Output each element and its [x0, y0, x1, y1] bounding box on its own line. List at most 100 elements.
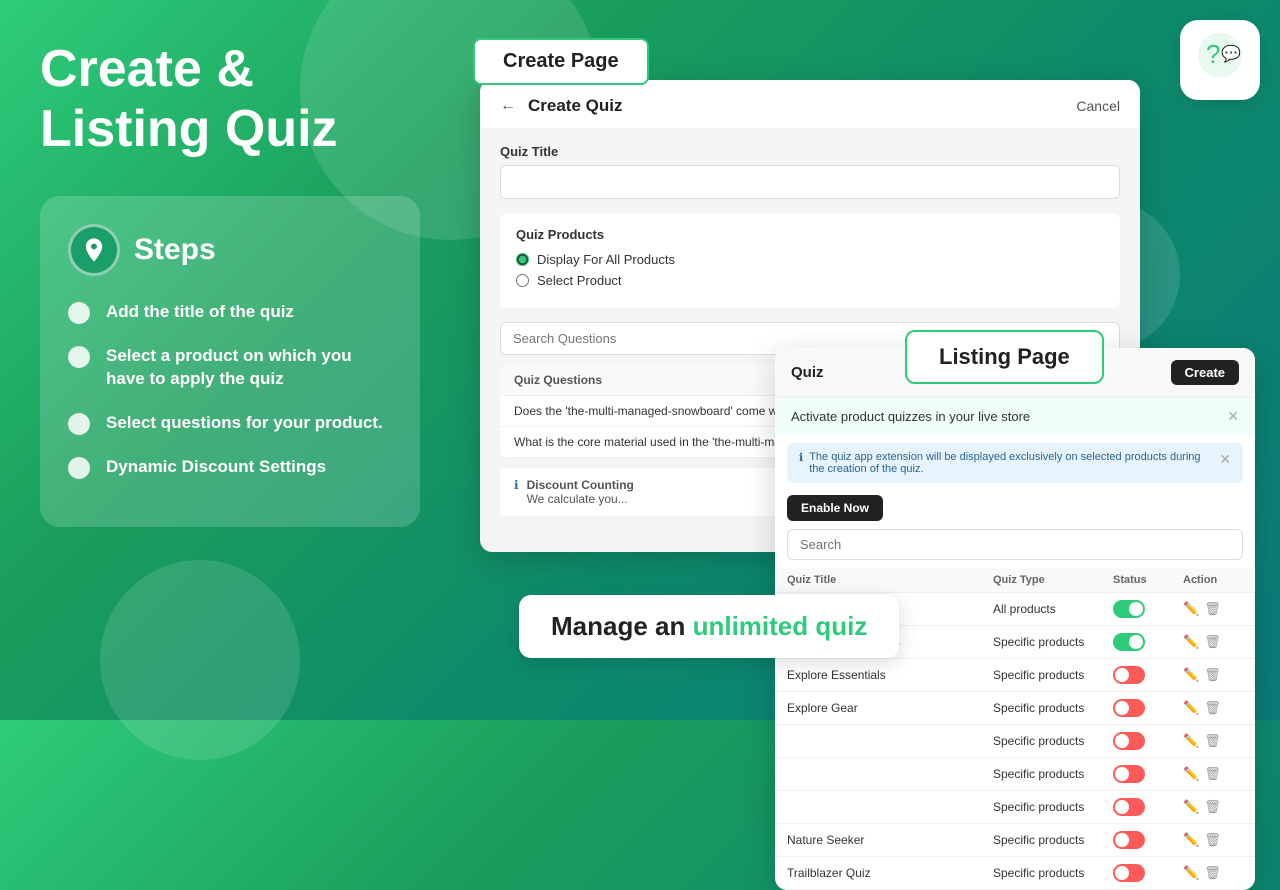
step-3: Select questions for your product. [68, 411, 392, 435]
info-icon: ℹ [514, 478, 519, 492]
app-icon-symbol: ? 💬 [1196, 31, 1244, 89]
row-actions: ✏️ 🗑 [1183, 799, 1243, 815]
status-toggle[interactable] [1113, 864, 1145, 882]
row-type: Specific products [993, 734, 1113, 748]
step-3-dot [68, 413, 90, 435]
manage-highlight: unlimited quiz [693, 611, 868, 641]
quiz-app-icon-svg: ? 💬 [1196, 31, 1244, 79]
step-2-dot [68, 346, 90, 368]
manage-badge: Manage an unlimited quiz [519, 595, 899, 658]
step-3-text: Select questions for your product. [106, 411, 383, 435]
quiz-products-section: Quiz Products Display For All Products S… [500, 213, 1120, 308]
listing-page-badge: Listing Page [905, 330, 1104, 384]
listing-create-button[interactable]: Create [1171, 360, 1239, 385]
edit-icon[interactable]: ✏️ [1183, 634, 1199, 650]
step-1: Add the title of the quiz [68, 300, 392, 324]
listing-table-row: Specific products ✏️ 🗑 [775, 791, 1255, 824]
row-type: Specific products [993, 767, 1113, 781]
row-actions: ✏️ 🗑 [1183, 700, 1243, 716]
close-activate-icon[interactable]: ✕ [1227, 408, 1239, 425]
enable-now-button[interactable]: Enable Now [787, 495, 883, 521]
delete-row-icon[interactable]: 🗑 [1204, 799, 1221, 815]
discount-title: Discount Counting [527, 478, 634, 492]
row-actions: ✏️ 🗑 [1183, 667, 1243, 683]
status-toggle[interactable] [1113, 699, 1145, 717]
edit-icon[interactable]: ✏️ [1183, 733, 1199, 749]
steps-icon-svg [80, 236, 108, 264]
listing-search-input[interactable] [787, 529, 1243, 560]
steps-icon [68, 224, 120, 276]
svg-text:💬: 💬 [1221, 44, 1241, 63]
edit-icon[interactable]: ✏️ [1183, 601, 1199, 617]
step-1-text: Add the title of the quiz [106, 300, 294, 324]
info-banner-icon: ℹ [799, 451, 803, 464]
delete-row-icon[interactable]: 🗑 [1204, 733, 1221, 749]
row-type: Specific products [993, 866, 1113, 880]
row-type: All products [993, 602, 1113, 616]
left-panel: Create & Listing Quiz Steps Add the titl… [0, 0, 460, 720]
row-actions: ✏️ 🗑 [1183, 832, 1243, 848]
close-info-icon[interactable]: ✕ [1219, 451, 1231, 468]
row-actions: ✏️ 🗑 [1183, 601, 1243, 617]
create-quiz-title: ← Create Quiz [500, 96, 622, 116]
steps-header: Steps [68, 224, 392, 276]
row-title: Explore Essentials [787, 668, 993, 682]
back-arrow-icon[interactable]: ← [500, 97, 516, 115]
status-toggle[interactable] [1113, 600, 1145, 618]
row-type: Specific products [993, 635, 1113, 649]
step-2-text: Select a product on which you have to ap… [106, 344, 392, 392]
radio-all-products[interactable]: Display For All Products [516, 252, 1104, 267]
edit-icon[interactable]: ✏️ [1183, 667, 1199, 683]
step-4-dot [68, 457, 90, 479]
delete-row-icon[interactable]: 🗑 [1204, 865, 1221, 881]
manage-prefix: Manage an [551, 611, 693, 641]
row-title: Trailblazer Quiz [787, 866, 993, 880]
create-page-button[interactable]: Create Page [473, 38, 649, 85]
row-type: Specific products [993, 833, 1113, 847]
row-type: Specific products [993, 800, 1113, 814]
create-quiz-header: ← Create Quiz Cancel [480, 80, 1140, 128]
steps-title: Steps [134, 233, 216, 267]
delete-row-icon[interactable]: 🗑 [1204, 601, 1221, 617]
step-1-dot [68, 302, 90, 324]
listing-table-row: Explore Essentials Specific products ✏️ … [775, 659, 1255, 692]
status-toggle[interactable] [1113, 831, 1145, 849]
svg-text:?: ? [1206, 39, 1220, 69]
quiz-title-label: Quiz Title [500, 144, 1120, 159]
step-2: Select a product on which you have to ap… [68, 344, 392, 392]
row-actions: ✏️ 🗑 [1183, 766, 1243, 782]
row-title: Nature Seeker [787, 833, 993, 847]
status-toggle[interactable] [1113, 798, 1145, 816]
row-type: Specific products [993, 701, 1113, 715]
discount-text: We calculate you... [527, 492, 634, 506]
status-toggle[interactable] [1113, 633, 1145, 651]
quiz-title-input[interactable] [500, 165, 1120, 199]
row-actions: ✏️ 🗑 [1183, 733, 1243, 749]
status-toggle[interactable] [1113, 732, 1145, 750]
edit-icon[interactable]: ✏️ [1183, 832, 1199, 848]
main-title: Create & Listing Quiz [40, 40, 420, 160]
delete-row-icon[interactable]: 🗑 [1204, 832, 1221, 848]
step-4: Dynamic Discount Settings [68, 455, 392, 479]
edit-icon[interactable]: ✏️ [1183, 799, 1199, 815]
quiz-products-label: Quiz Products [516, 227, 1104, 242]
edit-icon[interactable]: ✏️ [1183, 700, 1199, 716]
edit-icon[interactable]: ✏️ [1183, 766, 1199, 782]
delete-row-icon[interactable]: 🗑 [1204, 667, 1221, 683]
row-title: Explore Gear [787, 701, 993, 715]
listing-table-row: Trailblazer Quiz Specific products ✏️ 🗑 [775, 857, 1255, 890]
activate-banner: Activate product quizzes in your live st… [775, 398, 1255, 435]
edit-icon[interactable]: ✏️ [1183, 865, 1199, 881]
status-toggle[interactable] [1113, 765, 1145, 783]
cancel-button[interactable]: Cancel [1076, 98, 1120, 114]
steps-card: Steps Add the title of the quiz Select a… [40, 196, 420, 528]
listing-table-row: Explore Gear Specific products ✏️ 🗑 [775, 692, 1255, 725]
delete-row-icon[interactable]: 🗑 [1204, 634, 1221, 650]
delete-row-icon[interactable]: 🗑 [1204, 766, 1221, 782]
app-icon: ? 💬 [1180, 20, 1260, 100]
row-actions: ✏️ 🗑 [1183, 634, 1243, 650]
status-toggle[interactable] [1113, 666, 1145, 684]
delete-row-icon[interactable]: 🗑 [1204, 700, 1221, 716]
listing-table-row: Nature Seeker Specific products ✏️ 🗑 [775, 824, 1255, 857]
radio-select-product[interactable]: Select Product [516, 273, 1104, 288]
